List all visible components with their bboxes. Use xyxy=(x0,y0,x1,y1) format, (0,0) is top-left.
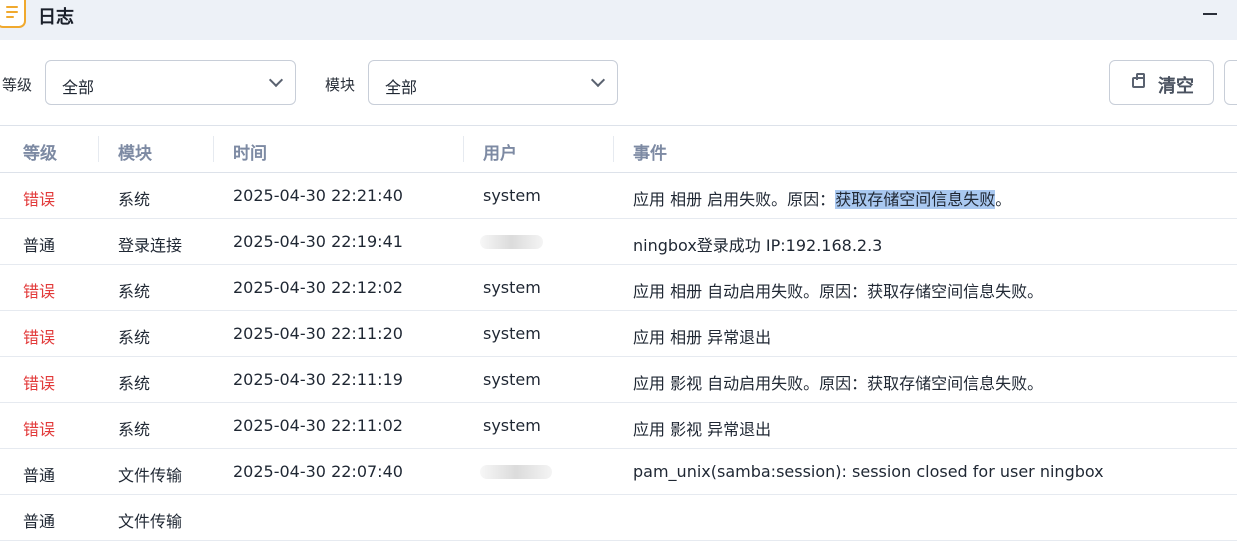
cell-time: 2025-04-30 22:11:02 xyxy=(233,416,403,435)
clear-button-label: 清空 xyxy=(1158,76,1194,97)
title-bar: 日志 xyxy=(0,0,1237,40)
cell-level: 普通 xyxy=(23,236,56,255)
cell-level: 错误 xyxy=(23,282,56,301)
event-text-suffix: 。 xyxy=(995,190,1012,209)
table-row[interactable]: 普通 登录连接 2025-04-30 22:19:41 ningbox登录成功 IP:… xyxy=(0,219,1237,265)
cell-user: system xyxy=(483,278,541,297)
event-text: 应用 影视 自动启用失败。原因：获取存储空间信息失败。 xyxy=(633,374,1044,393)
cell-module: 登录连接 xyxy=(118,236,183,255)
clear-button[interactable]: 清空 xyxy=(1109,60,1214,105)
app-title: 日志 xyxy=(38,7,74,28)
header-event[interactable]: 事件 xyxy=(633,139,667,164)
table-row[interactable]: 错误 系统 2025-04-30 22:21:40 system 应用 相册 启用失败。… xyxy=(0,173,1237,219)
event-text: ningbox登录成功 IP:192.168.2.3 xyxy=(633,236,883,255)
cell-event: ningbox登录成功 IP:192.168.2.3 xyxy=(633,232,882,256)
cell-event: 应用 影视 异常退出 xyxy=(633,416,771,440)
selected-text-highlight[interactable]: 获取存储空间信息失败 xyxy=(835,190,996,209)
table-row[interactable]: 错误 系统 2025-04-30 22:11:02 system 应用 影视 异常退出 xyxy=(0,403,1237,449)
header-module[interactable]: 模块 xyxy=(118,139,152,164)
cell-event: 应用 相册 异常退出 xyxy=(633,324,771,348)
table-row[interactable]: 错误 系统 2025-04-30 22:11:20 system 应用 相册 异常退出 xyxy=(0,311,1237,357)
table-header: 等级 模块 时间 用户 事件 xyxy=(0,126,1237,172)
event-text: 应用 影视 异常退出 xyxy=(633,420,772,439)
minimize-icon[interactable] xyxy=(1203,13,1217,15)
header-time[interactable]: 时间 xyxy=(233,139,267,164)
cell-module: 系统 xyxy=(118,420,151,439)
cell-user: system xyxy=(483,324,541,343)
table-row[interactable]: 错误 系统 2025-04-30 22:12:02 system 应用 相册 自动启用失… xyxy=(0,265,1237,311)
header-level[interactable]: 等级 xyxy=(23,139,57,164)
cell-event: pam_unix(samba:session): session closed … xyxy=(633,462,1104,481)
column-divider xyxy=(613,136,614,162)
cell-level: 错误 xyxy=(23,328,56,347)
chevron-down-icon xyxy=(268,72,284,88)
table-row[interactable]: 普通 文件传输 2025-04-30 22:07:40 pam_unix(samba:… xyxy=(0,449,1237,495)
event-text: 应用 相册 异常退出 xyxy=(633,328,772,347)
cell-user: system xyxy=(483,416,541,435)
cell-time: 2025-04-30 22:21:40 xyxy=(233,186,403,205)
cell-user: system xyxy=(483,370,541,389)
cell-event: 应用 影视 自动启用失败。原因：获取存储空间信息失败。 xyxy=(633,370,1043,394)
module-select[interactable]: 全部 xyxy=(368,60,618,105)
cell-level: 普通 xyxy=(23,466,56,485)
module-filter-label: 模块 xyxy=(325,76,356,94)
more-button[interactable] xyxy=(1224,60,1237,105)
column-divider xyxy=(213,136,214,162)
redacted-user-mask xyxy=(480,235,543,249)
cell-time: 2025-04-30 22:11:19 xyxy=(233,370,403,389)
level-select-value: 全部 xyxy=(62,78,95,97)
event-text: pam_unix(samba:session): session closed … xyxy=(633,462,1104,481)
cell-module: 系统 xyxy=(118,328,151,347)
cell-time: 2025-04-30 22:11:20 xyxy=(233,324,403,343)
trash-box-icon xyxy=(1132,73,1145,88)
chevron-down-icon xyxy=(590,72,606,88)
header-user[interactable]: 用户 xyxy=(483,139,517,164)
table-row[interactable]: 错误 系统 2025-04-30 22:11:19 system 应用 影视 自动启用失… xyxy=(0,357,1237,403)
level-filter-label: 等级 xyxy=(2,76,33,94)
cell-level: 错误 xyxy=(23,190,56,209)
column-divider xyxy=(98,136,99,162)
cell-event: 应用 相册 自动启用失败。原因：获取存储空间信息失败。 xyxy=(633,278,1043,302)
cell-level: 错误 xyxy=(23,420,56,439)
cell-time: 2025-04-30 22:12:02 xyxy=(233,278,403,297)
level-select[interactable]: 全部 xyxy=(45,60,296,105)
cell-time: 2025-04-30 22:19:41 xyxy=(233,232,403,251)
log-notebook-icon xyxy=(0,0,26,28)
cell-event: 应用 相册 启用失败。原因：获取存储空间信息失败。 xyxy=(633,186,1011,210)
column-divider xyxy=(463,136,464,162)
module-select-value: 全部 xyxy=(385,78,418,97)
cell-module: 系统 xyxy=(118,190,151,209)
event-text: 应用 相册 启用失败。原因： xyxy=(633,190,836,209)
cell-time: 2025-04-30 22:07:40 xyxy=(233,462,403,481)
cell-module: 系统 xyxy=(118,374,151,393)
table-row[interactable]: 普通 文件传输 xyxy=(0,495,1237,541)
cell-module: 系统 xyxy=(118,282,151,301)
cell-module: 文件传输 xyxy=(118,466,183,485)
redacted-user-mask xyxy=(480,465,552,479)
event-text: 应用 相册 自动启用失败。原因：获取存储空间信息失败。 xyxy=(633,282,1044,301)
cell-level: 错误 xyxy=(23,374,56,393)
cell-user: system xyxy=(483,186,541,205)
